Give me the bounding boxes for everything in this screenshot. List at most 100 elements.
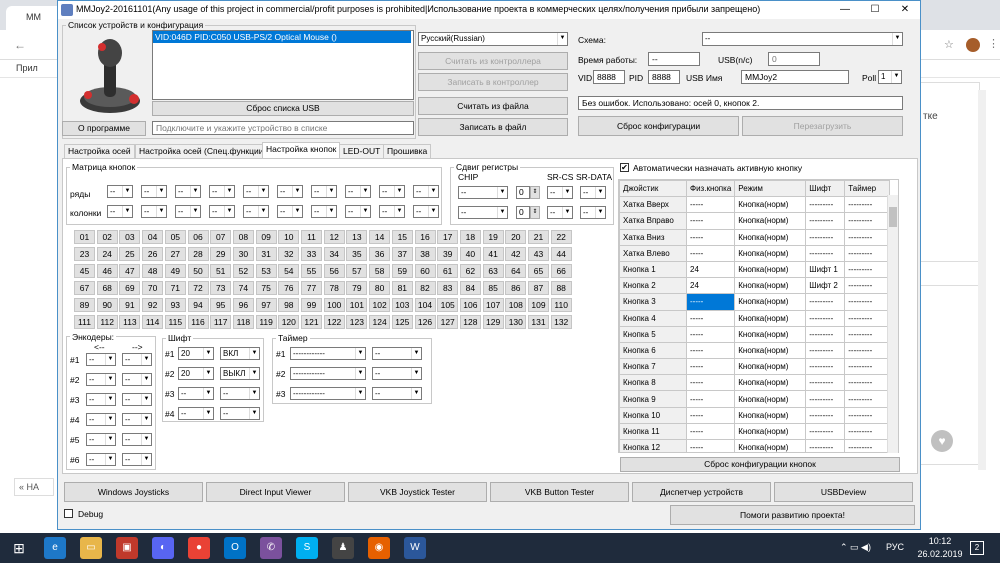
- button-number-109[interactable]: 109: [528, 298, 549, 312]
- encoder-left-select[interactable]: -- ▼: [86, 353, 116, 366]
- tab-firmware[interactable]: Прошивка: [383, 144, 432, 158]
- tab-axes[interactable]: Настройка осей: [64, 144, 135, 158]
- table-cell[interactable]: ---------: [844, 438, 891, 452]
- matrix-col-select[interactable]: -- ▼: [175, 205, 201, 218]
- button-number-111[interactable]: 111: [74, 315, 95, 329]
- vkb-button-tester-button[interactable]: VKB Button Tester: [490, 482, 629, 502]
- matrix-row-select[interactable]: -- ▼: [209, 185, 235, 198]
- button-number-37[interactable]: 37: [391, 247, 413, 261]
- poll-select[interactable]: 1 ▼: [878, 70, 902, 84]
- button-number-23[interactable]: 23: [74, 247, 95, 261]
- button-number-14[interactable]: 14: [369, 230, 391, 244]
- sr-cs-select[interactable]: -- ▼: [547, 186, 573, 199]
- table-cell[interactable]: ---------: [805, 358, 846, 376]
- button-number-82[interactable]: 82: [414, 281, 436, 295]
- button-number-36[interactable]: 36: [369, 247, 391, 261]
- button-number-96[interactable]: 96: [232, 298, 254, 312]
- button-number-107[interactable]: 107: [482, 298, 504, 312]
- button-number-28[interactable]: 28: [187, 247, 209, 261]
- table-cell[interactable]: ---------: [844, 374, 891, 392]
- button-number-76[interactable]: 76: [278, 281, 300, 295]
- avatar[interactable]: [966, 38, 980, 52]
- button-number-42[interactable]: 42: [505, 247, 527, 261]
- button-number-6[interactable]: 06: [187, 230, 209, 244]
- table-cell[interactable]: ---------: [805, 244, 846, 262]
- matrix-col-select[interactable]: -- ▼: [311, 205, 337, 218]
- table-row[interactable]: Хатка Вниз ----- Кнопка(норм) --------- ----…: [619, 228, 891, 246]
- button-number-112[interactable]: 112: [96, 315, 118, 329]
- table-cell[interactable]: ---------: [844, 325, 891, 343]
- button-number-5[interactable]: 05: [164, 230, 186, 244]
- button-number-89[interactable]: 89: [74, 298, 95, 312]
- scroll-thumb[interactable]: [889, 207, 897, 227]
- matrix-col-select[interactable]: -- ▼: [209, 205, 235, 218]
- button-number-25[interactable]: 25: [119, 247, 141, 261]
- button-number-115[interactable]: 115: [164, 315, 186, 329]
- matrix-col-select[interactable]: -- ▼: [379, 205, 405, 218]
- encoder-left-select[interactable]: -- ▼: [86, 453, 116, 466]
- matrix-row-select[interactable]: -- ▼: [243, 185, 269, 198]
- shift-value-select[interactable]: -- ▼: [178, 387, 214, 400]
- chrome-icon[interactable]: ●: [188, 537, 210, 559]
- table-cell[interactable]: Кнопка(норм): [734, 358, 807, 376]
- table-row[interactable]: Кнопка 9 ----- Кнопка(норм) --------- ------…: [619, 390, 891, 408]
- button-number-46[interactable]: 46: [96, 264, 118, 278]
- table-row[interactable]: Кнопка 6 ----- Кнопка(норм) --------- ------…: [619, 341, 891, 360]
- button-number-99[interactable]: 99: [301, 298, 322, 312]
- table-cell[interactable]: -----: [685, 438, 736, 452]
- button-number-78[interactable]: 78: [323, 281, 345, 295]
- button-number-56[interactable]: 56: [323, 264, 345, 278]
- button-number-39[interactable]: 39: [437, 247, 459, 261]
- close-button[interactable]: ✕: [890, 1, 920, 19]
- chip-select[interactable]: -- ▼: [458, 186, 508, 199]
- button-number-41[interactable]: 41: [482, 247, 504, 261]
- read-file-button[interactable]: Считать из файла: [418, 97, 568, 115]
- table-cell[interactable]: -----: [685, 244, 736, 262]
- reset-buttons-config-button[interactable]: Сброс конфигурации кнопок: [620, 457, 900, 472]
- table-cell[interactable]: ---------: [805, 374, 846, 392]
- encoder-right-select[interactable]: -- ▼: [122, 373, 152, 386]
- sr-count-stepper[interactable]: ⇕: [530, 206, 540, 219]
- button-number-54[interactable]: 54: [278, 264, 300, 278]
- matrix-row-select[interactable]: -- ▼: [175, 185, 201, 198]
- button-number-58[interactable]: 58: [369, 264, 391, 278]
- button-number-119[interactable]: 119: [255, 315, 277, 329]
- button-number-120[interactable]: 120: [278, 315, 300, 329]
- direct-input-viewer-button[interactable]: Direct Input Viewer: [206, 482, 345, 502]
- button-number-73[interactable]: 73: [210, 281, 232, 295]
- table-row[interactable]: Хатка Вправо ----- Кнопка(норм) --------- --…: [619, 212, 891, 230]
- button-number-48[interactable]: 48: [142, 264, 164, 278]
- matrix-col-select[interactable]: -- ▼: [141, 205, 167, 218]
- button-number-20[interactable]: 20: [505, 230, 527, 244]
- matrix-col-select[interactable]: -- ▼: [345, 205, 371, 218]
- button-number-90[interactable]: 90: [96, 298, 118, 312]
- button-number-31[interactable]: 31: [255, 247, 277, 261]
- reboot-button[interactable]: Перезагрузить: [742, 116, 903, 136]
- button-number-70[interactable]: 70: [142, 281, 164, 295]
- write-controller-button[interactable]: Записать в контроллер: [418, 73, 568, 91]
- matrix-col-select[interactable]: -- ▼: [243, 205, 269, 218]
- button-number-17[interactable]: 17: [437, 230, 459, 244]
- button-number-98[interactable]: 98: [278, 298, 300, 312]
- button-number-15[interactable]: 15: [391, 230, 413, 244]
- table-cell[interactable]: -----: [685, 212, 736, 230]
- table-cell[interactable]: Кнопка(норм): [734, 422, 807, 441]
- table-cell[interactable]: -----: [685, 341, 736, 360]
- matrix-row-select[interactable]: -- ▼: [107, 185, 133, 198]
- button-number-7[interactable]: 07: [210, 230, 232, 244]
- table-row[interactable]: Хатка Влево ----- Кнопка(норм) --------- ---…: [619, 244, 891, 262]
- shift-state-select[interactable]: ВКЛ ▼: [220, 347, 260, 360]
- button-number-95[interactable]: 95: [210, 298, 232, 312]
- button-number-131[interactable]: 131: [528, 315, 549, 329]
- table-cell[interactable]: -----: [685, 309, 736, 327]
- table-cell[interactable]: ---------: [805, 390, 846, 408]
- table-cell[interactable]: ---------: [805, 422, 846, 441]
- button-number-75[interactable]: 75: [255, 281, 277, 295]
- shift-value-select[interactable]: -- ▼: [178, 407, 214, 420]
- device-list[interactable]: VID:046D PID:C050 USB-PS/2 Optical Mouse…: [152, 30, 414, 100]
- table-cell[interactable]: ---------: [844, 228, 891, 246]
- button-number-67[interactable]: 67: [74, 281, 95, 295]
- button-number-59[interactable]: 59: [391, 264, 413, 278]
- write-file-button[interactable]: Записать в файл: [418, 118, 568, 136]
- button-number-50[interactable]: 50: [187, 264, 209, 278]
